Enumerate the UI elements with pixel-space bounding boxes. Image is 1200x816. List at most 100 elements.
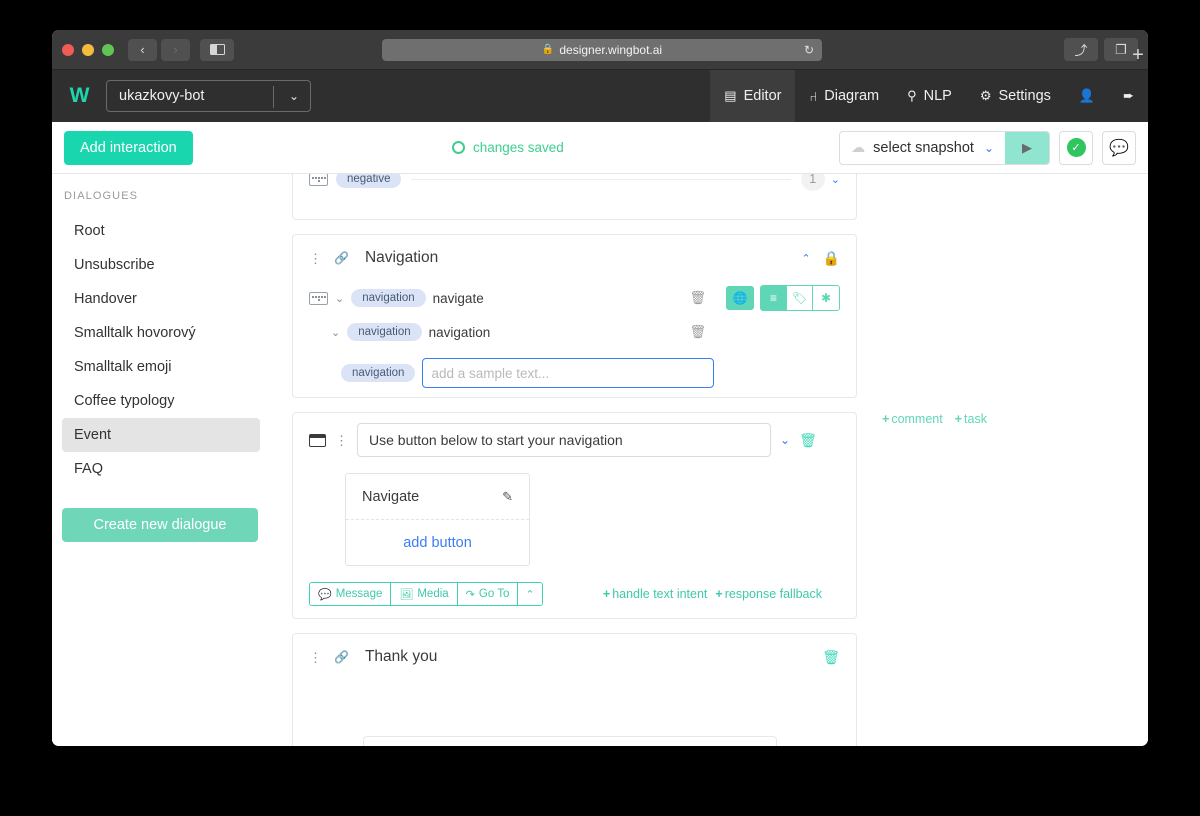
plus-icon: + xyxy=(715,587,723,601)
sidebar-item-smalltalk-emoji[interactable]: Smalltalk emoji xyxy=(62,350,260,384)
create-new-dialogue-button[interactable]: Create new dialogue xyxy=(62,508,258,542)
add-message-label: Message xyxy=(335,588,383,600)
sidebar-item-smalltalk-hovorovy[interactable]: Smalltalk hovorový xyxy=(62,316,260,350)
share-button[interactable]: ⤴ xyxy=(1064,38,1098,61)
message-text-input-partial[interactable] xyxy=(363,736,777,746)
nav-item-nlp[interactable]: ⚲ NLP xyxy=(893,70,966,122)
add-comment-link[interactable]: + comment xyxy=(882,412,943,426)
window-controls xyxy=(62,43,114,56)
new-tab-button[interactable]: + xyxy=(1124,39,1152,69)
lock-icon: 🔒 xyxy=(541,44,555,55)
intent-chip[interactable]: negative xyxy=(336,174,402,188)
intent-toggle-group: ≡ 🏷 ✱ xyxy=(760,285,840,311)
sample-text-input[interactable] xyxy=(422,358,715,388)
add-comment-label: comment xyxy=(891,412,943,426)
nav-item-editor[interactable]: ▤ Editor xyxy=(710,70,796,122)
sidebar-item-unsubscribe[interactable]: Unsubscribe xyxy=(62,248,260,282)
drag-handle-icon[interactable]: ⋮ xyxy=(335,434,348,447)
add-task-link[interactable]: + task xyxy=(955,412,987,426)
drag-handle-icon[interactable]: ⋮ xyxy=(309,252,322,265)
snapshot-select[interactable]: ☁ select snapshot ⌄ xyxy=(840,132,1005,164)
chevron-down-icon[interactable]: ⌄ xyxy=(831,174,840,186)
chevron-down-icon: ⌄ xyxy=(288,89,299,103)
sample-input-row: navigation xyxy=(293,349,856,397)
nav-item-settings-label: Settings xyxy=(998,88,1051,104)
message-text-input[interactable] xyxy=(357,423,771,457)
tag-icon[interactable]: 🏷 xyxy=(787,286,813,310)
conversation-button[interactable]: 💬 xyxy=(1102,130,1136,165)
close-window-button[interactable] xyxy=(62,43,74,56)
forward-button[interactable]: › xyxy=(161,38,190,61)
nav-item-settings[interactable]: ⚙ Settings xyxy=(966,70,1065,122)
sample-count-badge: 1 xyxy=(800,174,825,191)
bot-selector-divider xyxy=(273,86,274,108)
dialogues-sidebar: DIALOGUES Root Unsubscribe Handover Smal… xyxy=(52,174,270,746)
intent-chip[interactable]: navigation xyxy=(351,289,426,307)
sidebar-item-label: Handover xyxy=(74,291,137,307)
intent-action-buttons: 🌐 ≡ 🏷 ✱ xyxy=(726,285,840,311)
sidebar-item-event[interactable]: Event xyxy=(62,418,260,452)
sidebar-toggle-button[interactable] xyxy=(200,38,234,61)
sidebar-item-root[interactable]: Root xyxy=(62,214,260,248)
sidebar-item-coffee-typology[interactable]: Coffee typology xyxy=(62,384,260,418)
sidebar-item-label: Smalltalk emoji xyxy=(74,359,172,375)
quick-reply-button[interactable]: Navigate ✎ xyxy=(346,474,529,519)
expand-caret-icon[interactable]: ⌄ xyxy=(335,292,344,305)
delete-icon[interactable]: 🗑 xyxy=(689,290,706,306)
toolbar-right-group: ☁ select snapshot ⌄ ▶ ✓ 💬 xyxy=(839,130,1136,165)
add-goto-button[interactable]: ↷ Go To xyxy=(457,583,519,605)
intent-chip[interactable]: navigation xyxy=(341,364,416,382)
delete-icon[interactable]: 🗑 xyxy=(822,649,840,666)
intent-row-1: ⌄ navigation navigate 🗑 🌐 ≡ 🏷 ✱ xyxy=(293,281,856,315)
intent-chip[interactable]: navigation xyxy=(347,323,422,341)
drag-handle-icon[interactable]: ⋮ xyxy=(309,651,322,664)
nav-item-logout[interactable]: ➨ xyxy=(1109,70,1148,122)
address-bar-text: designer.wingbot.ai xyxy=(559,42,663,57)
lock-icon[interactable]: 🔒 xyxy=(823,250,840,267)
link-icon[interactable]: 🔗 xyxy=(334,650,349,664)
globe-icon[interactable]: 🌐 xyxy=(726,286,754,310)
sidebar-item-label: Unsubscribe xyxy=(74,257,155,273)
collapse-actions-button[interactable]: ⌃ xyxy=(518,583,542,605)
interaction-cards: negative 1 ⌄ ⋮ 🔗 Navigation ⌃ 🔒 ⌄ naviga… xyxy=(292,174,857,746)
logout-icon: ➨ xyxy=(1123,88,1134,103)
edit-icon[interactable]: ✎ xyxy=(502,489,513,505)
minimize-window-button[interactable] xyxy=(82,43,94,56)
partial-intent-row: negative 1 ⌄ xyxy=(293,174,856,192)
expand-caret-icon[interactable]: ⌄ xyxy=(331,326,340,339)
reload-button[interactable]: ↻ xyxy=(804,43,814,57)
nav-item-diagram[interactable]: ⑁ Diagram xyxy=(795,70,893,122)
delete-icon[interactable]: 🗑 xyxy=(799,432,817,449)
address-bar[interactable]: 🔒 designer.wingbot.ai ↻ xyxy=(382,38,822,61)
sidebar-item-handover[interactable]: Handover xyxy=(62,282,260,316)
status-text: changes saved xyxy=(473,140,564,155)
bot-selector[interactable]: ukazkovy-bot ⌄ xyxy=(106,80,311,112)
cloud-icon: ☁ xyxy=(851,139,866,155)
response-fallback-link[interactable]: + response fallback xyxy=(715,587,822,601)
back-button[interactable]: ‹ xyxy=(128,38,157,61)
chevron-down-icon[interactable]: ⌄ xyxy=(780,433,790,447)
add-interaction-button[interactable]: Add interaction xyxy=(64,130,193,165)
message-icon: 💬 xyxy=(318,588,332,601)
add-message-button[interactable]: 💬 Message xyxy=(310,583,392,605)
link-icon[interactable]: 🔗 xyxy=(334,251,349,265)
handle-text-intent-link[interactable]: + handle text intent xyxy=(603,587,708,601)
asterisk-icon[interactable]: ✱ xyxy=(813,286,839,310)
plus-icon: + xyxy=(882,412,890,426)
nav-item-diagram-label: Diagram xyxy=(824,88,880,104)
nav-item-user[interactable]: 👤 xyxy=(1065,70,1109,122)
collapse-chevron-icon[interactable]: ⌃ xyxy=(801,252,810,265)
sidebar-item-faq[interactable]: FAQ xyxy=(62,452,260,486)
sidebar-item-label: Event xyxy=(74,427,112,443)
run-snapshot-button[interactable]: ▶ xyxy=(1005,131,1049,164)
add-button-link[interactable]: add button xyxy=(346,520,529,565)
nlp-icon: ⚲ xyxy=(907,88,917,103)
maximize-window-button[interactable] xyxy=(102,43,114,56)
add-media-button[interactable]: 🖼 Media xyxy=(391,583,458,605)
list-icon[interactable]: ≡ xyxy=(761,286,787,310)
delete-icon[interactable]: 🗑 xyxy=(689,324,706,340)
editor-icon: ▤ xyxy=(724,88,737,103)
user-icon: 👤 xyxy=(1078,88,1096,103)
keyboard-icon xyxy=(309,174,328,186)
validate-button[interactable]: ✓ xyxy=(1059,130,1093,165)
